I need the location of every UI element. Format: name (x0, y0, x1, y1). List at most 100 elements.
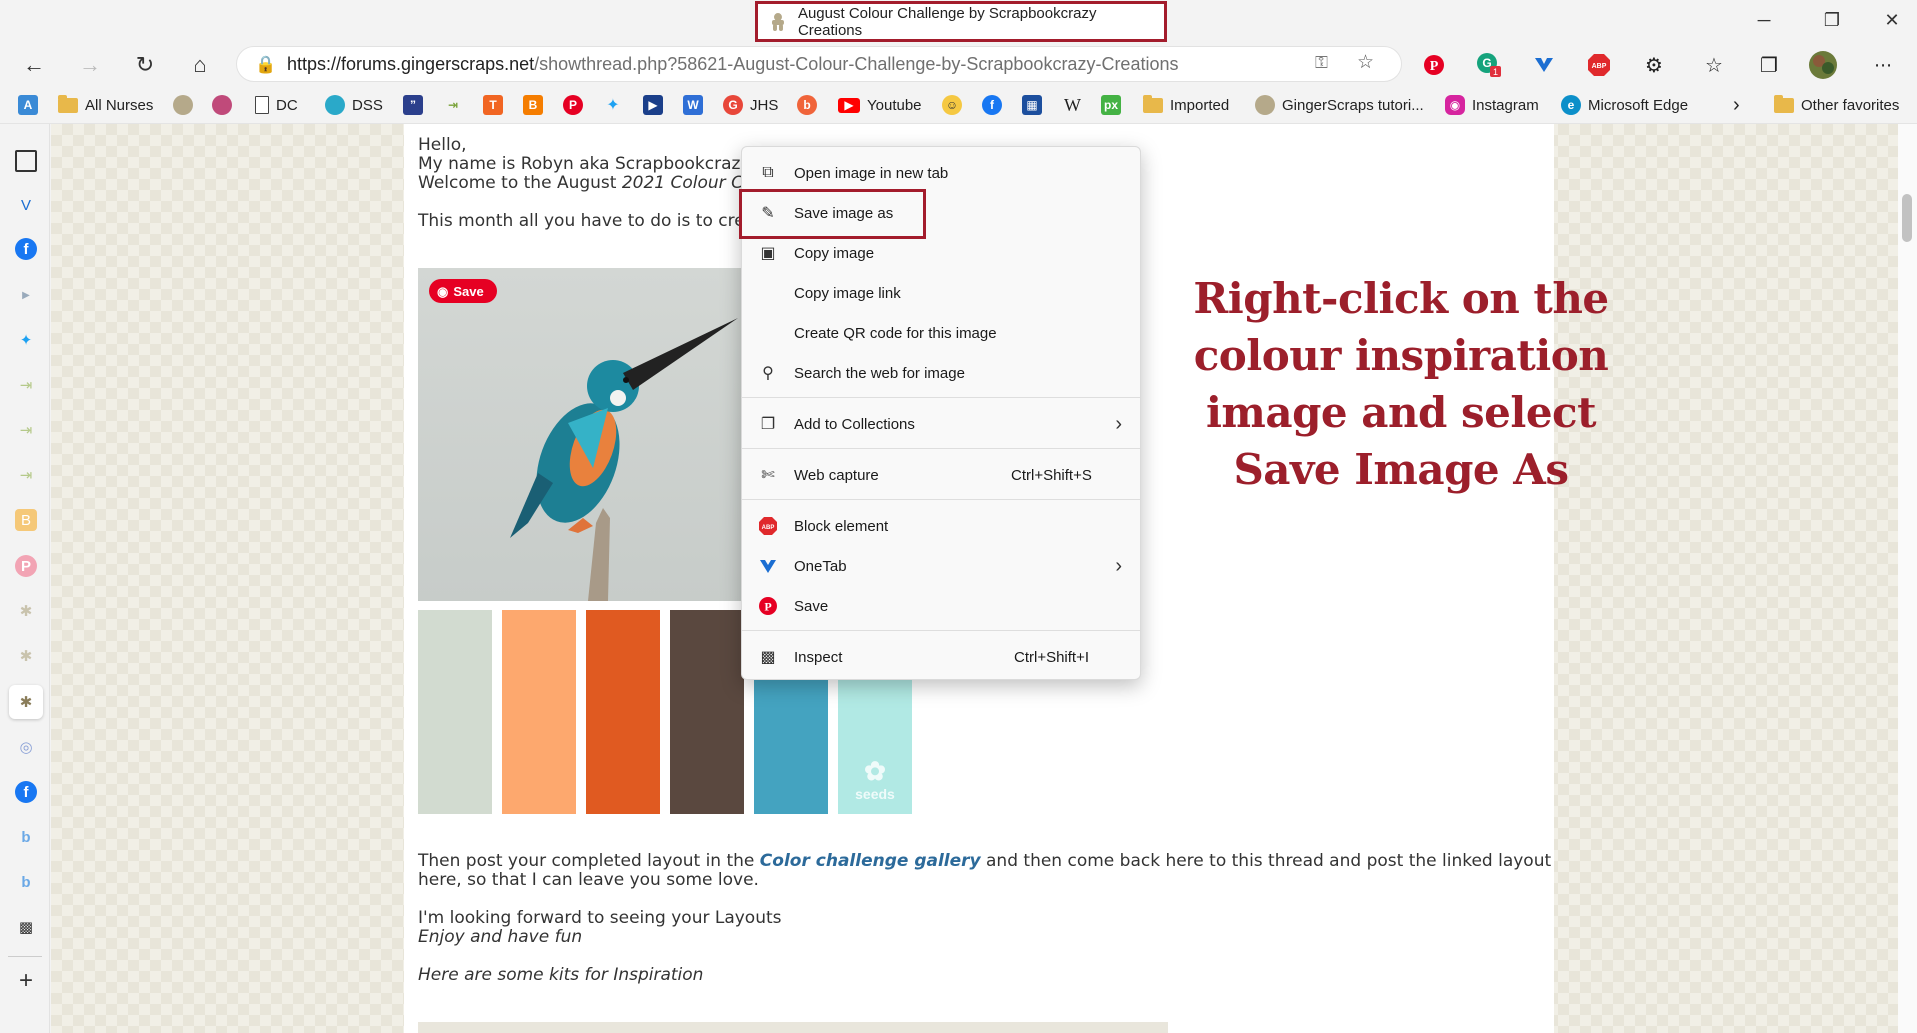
fav-swirl-icon[interactable]: b (797, 94, 824, 116)
fav-imported[interactable]: Imported (1143, 94, 1229, 116)
key-icon[interactable]: ⚿ (1315, 53, 1328, 73)
active-tab[interactable]: August Colour Challenge by Scrapbookcraz… (755, 1, 1167, 42)
play-icon[interactable]: ▶ (15, 284, 37, 306)
forward-icon[interactable]: → (73, 48, 107, 82)
twitter-icon[interactable]: ✦ (603, 94, 630, 116)
close-button[interactable]: ✕ (1872, 6, 1912, 34)
circle-icon[interactable]: ◎ (15, 736, 37, 758)
tab-actions-icon[interactable] (15, 150, 37, 172)
fav-px-icon[interactable]: px (1101, 94, 1128, 116)
chevron-right-icon: › (1115, 412, 1122, 435)
bing-icon[interactable]: b (15, 871, 37, 893)
onetab-icon[interactable]: V (15, 194, 37, 216)
stripes-icon[interactable]: ▩ (15, 916, 37, 938)
fav-building-icon[interactable]: ▦ (1022, 94, 1049, 116)
svg-text:ABP: ABP (762, 525, 775, 531)
grammarly-extension-icon[interactable]: G1 (1474, 50, 1504, 80)
gingerbread-icon[interactable]: ✱ (15, 691, 37, 713)
menu-open-image-new-tab[interactable]: ⧉ Open image in new tab (742, 153, 1140, 193)
arrow-icon[interactable]: ⇥ (15, 464, 37, 486)
fav-microsoft-edge[interactable]: e Microsoft Edge (1561, 94, 1688, 116)
gingerbread-icon (771, 12, 784, 31)
menu-copy-image-link[interactable]: Copy image link (742, 273, 1140, 313)
facebook-icon[interactable]: f (982, 94, 1009, 116)
open-new-tab-icon: ⧉ (762, 164, 774, 181)
save-image-highlight-box (739, 189, 926, 239)
scrollbar-thumb[interactable] (1902, 194, 1912, 242)
fav-w-icon[interactable]: W (683, 94, 710, 116)
pinterest-icon[interactable]: P (563, 94, 590, 116)
fav-arrow-icon[interactable]: ⇥ (443, 94, 470, 116)
restore-button[interactable]: ❐ (1812, 6, 1852, 34)
folder-icon (58, 94, 78, 113)
fav-wikipedia[interactable]: W (1064, 94, 1081, 116)
colour-swatch-1 (418, 610, 492, 814)
menu-onetab[interactable]: OneTab › (742, 546, 1140, 586)
fav-play-icon[interactable]: ▶ (643, 94, 670, 116)
home-icon[interactable]: ⌂ (183, 48, 217, 82)
pinterest-save-button[interactable]: ◉ Save (429, 279, 497, 303)
fav-instagram[interactable]: ◉ Instagram (1445, 94, 1539, 116)
fav-dss[interactable]: DSS (325, 94, 383, 116)
kingfisher-bird-image (510, 318, 738, 601)
fav-jhs[interactable]: G JHS (723, 94, 778, 116)
adblock-extension-icon[interactable]: ABP (1584, 50, 1614, 80)
back-icon[interactable]: ← (17, 48, 51, 82)
pinterest-icon[interactable]: P (15, 555, 37, 577)
fav-bird-icon[interactable] (212, 94, 239, 116)
gingerbread-icon[interactable]: ✱ (15, 600, 37, 622)
fav-all-nurses[interactable]: All Nurses (58, 94, 153, 116)
menu-inspect[interactable]: ▩ Inspect Ctrl+Shift+I (742, 637, 1140, 677)
minimize-button[interactable]: ─ (1744, 6, 1784, 34)
fav-translate-icon[interactable]: A (18, 94, 45, 116)
gingerbread-icon[interactable]: ✱ (15, 645, 37, 667)
url-path: /showthread.php?58621-August-Colour-Chal… (534, 53, 1179, 74)
gingerbread-icon[interactable] (173, 94, 200, 116)
add-icon[interactable]: + (15, 967, 37, 994)
arrow-icon[interactable]: ⇥ (15, 419, 37, 441)
divider (8, 956, 42, 957)
fav-dc[interactable]: DC (255, 94, 298, 116)
pinterest-icon: ◉ (437, 283, 449, 299)
fav-orange-icon[interactable]: T (483, 94, 510, 116)
blogger-icon[interactable]: B (15, 509, 37, 531)
menu-copy-image[interactable]: ▣ Copy image (742, 233, 1140, 273)
refresh-icon[interactable]: ↻ (128, 48, 162, 82)
emoji-icon[interactable]: ☺ (942, 94, 969, 116)
add-favorite-icon[interactable]: ☆ (1357, 51, 1374, 74)
facebook-icon[interactable]: f (15, 781, 37, 803)
kit-image-preview (418, 1022, 1168, 1033)
arrow-icon[interactable]: ⇥ (15, 374, 37, 396)
bing-icon[interactable]: b (15, 826, 37, 848)
adblock-icon: ABP (757, 515, 779, 537)
address-bar[interactable]: 🔒 https://forums.gingerscraps.net/showth… (236, 46, 1402, 82)
more-menu-icon[interactable]: ⋯ (1868, 50, 1898, 80)
menu-web-capture[interactable]: ✄ Web capture Ctrl+Shift+S (742, 455, 1140, 495)
page-scrollbar[interactable] (1898, 124, 1917, 1033)
facebook-icon[interactable]: f (15, 238, 37, 260)
twitter-icon[interactable]: ✦ (15, 329, 37, 351)
fav-other-favorites[interactable]: Other favorites (1774, 94, 1899, 116)
favorites-bar: A All Nurses DC DSS ” ⇥ T B P ✦ ▶ W G JHS… (0, 86, 1917, 124)
colour-swatch-3 (586, 610, 660, 814)
profile-avatar[interactable] (1808, 50, 1838, 80)
collections-icon[interactable]: ❐ (1754, 50, 1784, 80)
extensions-icon[interactable]: ⚙ (1639, 50, 1669, 80)
colour-inspiration-image[interactable]: ◉ Save (418, 268, 748, 601)
menu-pinterest-save[interactable]: P Save (742, 586, 1140, 626)
fav-quote-icon[interactable]: ” (403, 94, 430, 116)
menu-create-qr-code[interactable]: Create QR code for this image (742, 313, 1140, 353)
blogger-icon[interactable]: B (523, 94, 550, 116)
menu-block-element[interactable]: ABP Block element (742, 506, 1140, 546)
inspect-icon: ▩ (760, 649, 776, 666)
onetab-extension-icon[interactable] (1529, 50, 1559, 80)
menu-search-web-for-image[interactable]: ⚲ Search the web for image (742, 353, 1140, 393)
color-challenge-gallery-link[interactable]: Color challenge gallery (760, 851, 981, 871)
post-kits-heading: Here are some kits for Inspiration (418, 965, 704, 985)
pinterest-extension-icon[interactable]: P (1419, 50, 1449, 80)
favorites-icon[interactable]: ☆ (1699, 50, 1729, 80)
menu-add-to-collections[interactable]: ❐ Add to Collections › (742, 404, 1140, 444)
chevron-right-icon[interactable]: › (1733, 94, 1740, 116)
fav-youtube[interactable]: ▶ Youtube (838, 94, 922, 116)
fav-gingerscraps-tutorials[interactable]: GingerScraps tutori... (1255, 94, 1424, 116)
